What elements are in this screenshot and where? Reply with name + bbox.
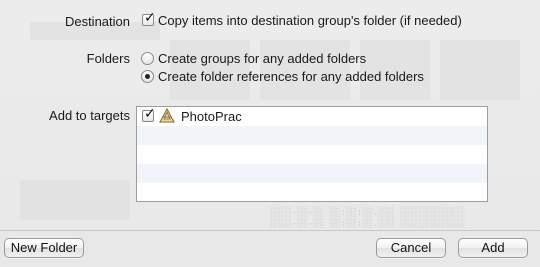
- background-log-text: ░░░░-░░-░░ ░░:░░:░░.░░░ ░░░░░░░░░░░░: [270, 208, 466, 218]
- target-checkbox[interactable]: ✓: [142, 106, 156, 122]
- app-target-icon: [159, 108, 175, 123]
- create-groups-label[interactable]: Create groups for any added folders: [158, 51, 366, 66]
- add-to-targets-label: Add to targets: [49, 108, 130, 123]
- radio-selected-dot: [145, 74, 150, 79]
- create-folder-references-radio[interactable]: [141, 70, 154, 83]
- new-folder-button[interactable]: New Folder: [4, 238, 84, 258]
- background-ghost-panel: [440, 40, 520, 100]
- add-button[interactable]: Add: [458, 238, 528, 258]
- copy-items-label[interactable]: Copy items into destination group's fold…: [158, 13, 462, 28]
- create-groups-radio[interactable]: [141, 52, 154, 65]
- add-files-sheet: Destination ✓ Copy items into destinatio…: [0, 0, 540, 267]
- target-row[interactable]: ✓ PhotoPrac: [137, 107, 487, 126]
- empty-row: [137, 145, 487, 164]
- empty-row: [137, 126, 487, 145]
- destination-label: Destination: [64, 14, 130, 29]
- copy-items-checkbox[interactable]: ✓: [142, 10, 156, 26]
- cancel-button[interactable]: Cancel: [376, 238, 446, 258]
- folders-label: Folders: [86, 51, 130, 66]
- empty-row: [137, 183, 487, 201]
- checkmark-icon: ✓: [144, 106, 156, 122]
- targets-list[interactable]: ✓ PhotoPrac: [136, 106, 488, 202]
- background-ghost-panel: [20, 180, 130, 220]
- background-log-text: ░░░░-░░-░░ ░░:░░:░░.░░░ ░░░░░░░░░░░░: [270, 219, 466, 229]
- checkmark-icon: ✓: [144, 10, 156, 26]
- target-name: PhotoPrac: [181, 109, 242, 124]
- empty-row: [137, 164, 487, 183]
- create-folder-references-label[interactable]: Create folder references for any added f…: [158, 69, 424, 84]
- footer-divider: [0, 230, 540, 231]
